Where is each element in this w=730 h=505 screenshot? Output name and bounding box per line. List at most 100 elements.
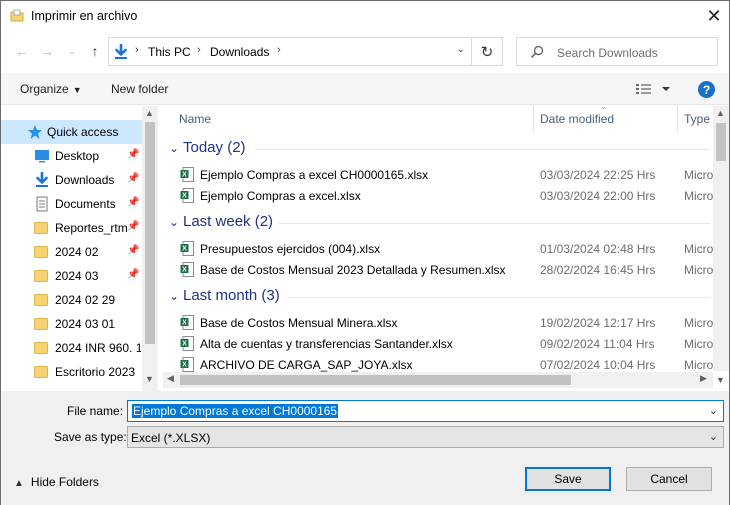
folder-icon bbox=[10, 9, 24, 22]
nav-item-quick-access[interactable]: Quick access bbox=[1, 120, 142, 144]
file-row[interactable]: X Base de Costos Mensual Minera.xlsx 19/… bbox=[179, 312, 719, 333]
save-as-type-label: Save as type: bbox=[54, 430, 127, 444]
file-name-field[interactable]: Ejemplo Compras a excel CH0000165 ⌄ bbox=[127, 400, 724, 422]
chevron-down-icon: ⌄ bbox=[708, 431, 718, 443]
breadcrumb-chevron-icon: › bbox=[277, 44, 281, 56]
documents-icon bbox=[36, 196, 48, 212]
organize-button[interactable]: Organize ▼ bbox=[20, 82, 82, 96]
save-form: File name: Ejemplo Compras a excel CH000… bbox=[1, 391, 729, 505]
file-date: 28/02/2024 16:45 Hrs bbox=[540, 263, 656, 277]
nav-item-2024-02[interactable]: 2024 02 📌 bbox=[1, 240, 142, 264]
vertical-scrollbar-thumb[interactable] bbox=[716, 123, 726, 161]
nav-item-reportes-rtm[interactable]: Reportes_rtm 📌 bbox=[1, 216, 142, 240]
nav-scrollbar-thumb[interactable] bbox=[145, 122, 155, 344]
pin-icon[interactable]: 📌 bbox=[127, 173, 139, 184]
file-row[interactable]: X Alta de cuentas y transferencias Santa… bbox=[179, 333, 719, 354]
close-button[interactable]: ✕ bbox=[699, 1, 729, 32]
nav-item-documents[interactable]: Documents 📌 bbox=[1, 192, 142, 216]
file-name-value[interactable]: Ejemplo Compras a excel CH0000165 bbox=[132, 404, 339, 418]
address-bar[interactable]: › This PC › Downloads › ⌄ bbox=[108, 37, 472, 66]
refresh-icon: ↻ bbox=[480, 43, 494, 61]
svg-text:X: X bbox=[182, 362, 187, 369]
save-button[interactable]: Save bbox=[525, 467, 611, 491]
file-row[interactable]: X Ejemplo Compras a excel CH0000165.xlsx… bbox=[179, 164, 719, 185]
cancel-button[interactable]: Cancel bbox=[626, 467, 712, 491]
column-header-date-modified[interactable]: Date modified bbox=[540, 106, 614, 132]
new-folder-button[interactable]: New folder bbox=[111, 82, 168, 96]
folder-icon bbox=[34, 246, 48, 258]
group-header-last-month[interactable]: ⌄ Last month (3) bbox=[167, 286, 712, 308]
file-date: 07/02/2024 10:04 Hrs bbox=[540, 358, 656, 372]
pin-icon[interactable]: 📌 bbox=[127, 197, 139, 208]
file-type: Micro bbox=[684, 337, 714, 351]
scroll-up-icon[interactable]: ▲ bbox=[716, 108, 725, 118]
scroll-down-icon[interactable]: ▼ bbox=[716, 375, 725, 385]
folder-icon bbox=[34, 318, 48, 330]
scroll-right-icon[interactable]: ▶ bbox=[700, 373, 707, 384]
nav-item-downloads[interactable]: Downloads 📌 bbox=[1, 168, 142, 192]
file-row[interactable]: X Ejemplo Compras a excel.xlsx 03/03/202… bbox=[179, 185, 719, 206]
folder-icon bbox=[34, 366, 48, 378]
file-type: Micro bbox=[684, 316, 714, 330]
group-header-last-week[interactable]: ⌄ Last week (2) bbox=[167, 212, 712, 234]
arrow-up-icon: ↑ bbox=[91, 43, 99, 59]
nav-item-escritorio-2023[interactable]: Escritorio 2023 bbox=[1, 360, 142, 384]
pin-icon[interactable]: 📌 bbox=[127, 245, 139, 256]
save-as-type-select[interactable]: Excel (*.XLSX) ⌄ bbox=[127, 426, 724, 448]
scroll-left-icon[interactable]: ◀ bbox=[167, 373, 174, 384]
nav-item-desktop[interactable]: Desktop 📌 bbox=[1, 144, 142, 168]
pin-icon[interactable]: 📌 bbox=[127, 149, 139, 160]
close-icon: ✕ bbox=[706, 6, 722, 26]
chevron-down-icon[interactable]: ⌄ bbox=[709, 404, 718, 417]
file-list-vertical-scrollbar[interactable]: ▲ bbox=[713, 106, 729, 371]
nav-item-label: 2024 03 01 bbox=[55, 317, 116, 331]
file-type: Micro bbox=[684, 242, 714, 256]
help-button[interactable]: ? bbox=[698, 81, 715, 98]
file-row[interactable]: X Presupuestos ejercidos (004).xlsx 01/0… bbox=[179, 238, 719, 259]
nav-item-2024-03-01[interactable]: 2024 03 01 bbox=[1, 312, 142, 336]
save-dialog: Imprimir en archivo ✕ ← → ⌄ ↑ › This PC … bbox=[0, 0, 730, 505]
nav-item-label: Escritorio 2023 bbox=[55, 365, 136, 379]
download-icon bbox=[115, 44, 127, 59]
hide-folders-button[interactable]: ▲ Hide Folders bbox=[14, 475, 99, 489]
nav-scrollbar[interactable]: ▲ ▼ bbox=[142, 106, 158, 391]
excel-file-icon: X bbox=[180, 336, 194, 351]
command-toolbar: Organize ▼ New folder ? bbox=[1, 73, 729, 105]
group-header-today[interactable]: ⌄ Today (2) bbox=[167, 138, 712, 160]
folder-icon bbox=[34, 270, 48, 282]
forward-button[interactable]: → bbox=[37, 41, 57, 61]
search-input[interactable]: Search Downloads bbox=[516, 37, 718, 66]
chevron-down-icon: ⌄ bbox=[169, 289, 180, 303]
nav-item-2024-03[interactable]: 2024 03 📌 bbox=[1, 264, 142, 288]
address-dropdown-icon[interactable]: ⌄ bbox=[457, 44, 465, 55]
file-type: Micro bbox=[684, 168, 714, 182]
view-options-icon[interactable] bbox=[635, 81, 671, 97]
breadcrumb-downloads[interactable]: Downloads bbox=[210, 45, 269, 59]
column-divider[interactable] bbox=[677, 106, 678, 132]
refresh-button[interactable]: ↻ bbox=[472, 37, 503, 66]
nav-item-2024-02-29[interactable]: 2024 02 29 bbox=[1, 288, 142, 312]
file-name: Base de Costos Mensual Minera.xlsx bbox=[200, 316, 398, 330]
file-type: Micro bbox=[684, 358, 714, 372]
group-divider bbox=[279, 223, 710, 224]
excel-file-icon: X bbox=[180, 241, 194, 256]
scroll-up-icon[interactable]: ▲ bbox=[145, 108, 154, 118]
navigation-row: ← → ⌄ ↑ › This PC › Downloads › ⌄ ↻ Sear… bbox=[1, 35, 729, 67]
horizontal-scrollbar-thumb[interactable] bbox=[180, 375, 571, 385]
pin-icon[interactable]: 📌 bbox=[127, 221, 139, 232]
nav-item-2024-inr[interactable]: 2024 INR 960. 10 bbox=[1, 336, 142, 360]
excel-file-icon: X bbox=[180, 262, 194, 277]
file-row[interactable]: X Base de Costos Mensual 2023 Detallada … bbox=[179, 259, 719, 280]
up-button[interactable]: ↑ bbox=[85, 41, 105, 61]
scroll-down-icon[interactable]: ▼ bbox=[145, 374, 154, 384]
column-header-type[interactable]: Type bbox=[684, 106, 710, 132]
column-header-name[interactable]: Name bbox=[179, 106, 211, 132]
recent-locations-button[interactable]: ⌄ bbox=[62, 41, 82, 61]
column-divider[interactable] bbox=[533, 106, 534, 132]
chevron-down-icon: ⌄ bbox=[169, 141, 180, 155]
pin-icon[interactable]: 📌 bbox=[127, 269, 139, 280]
nav-item-label: 2024 02 29 bbox=[55, 293, 116, 307]
back-button[interactable]: ← bbox=[12, 41, 32, 61]
file-list-horizontal-scrollbar[interactable]: ◀ ▶ bbox=[163, 372, 713, 388]
breadcrumb-this-pc[interactable]: This PC bbox=[148, 45, 191, 59]
